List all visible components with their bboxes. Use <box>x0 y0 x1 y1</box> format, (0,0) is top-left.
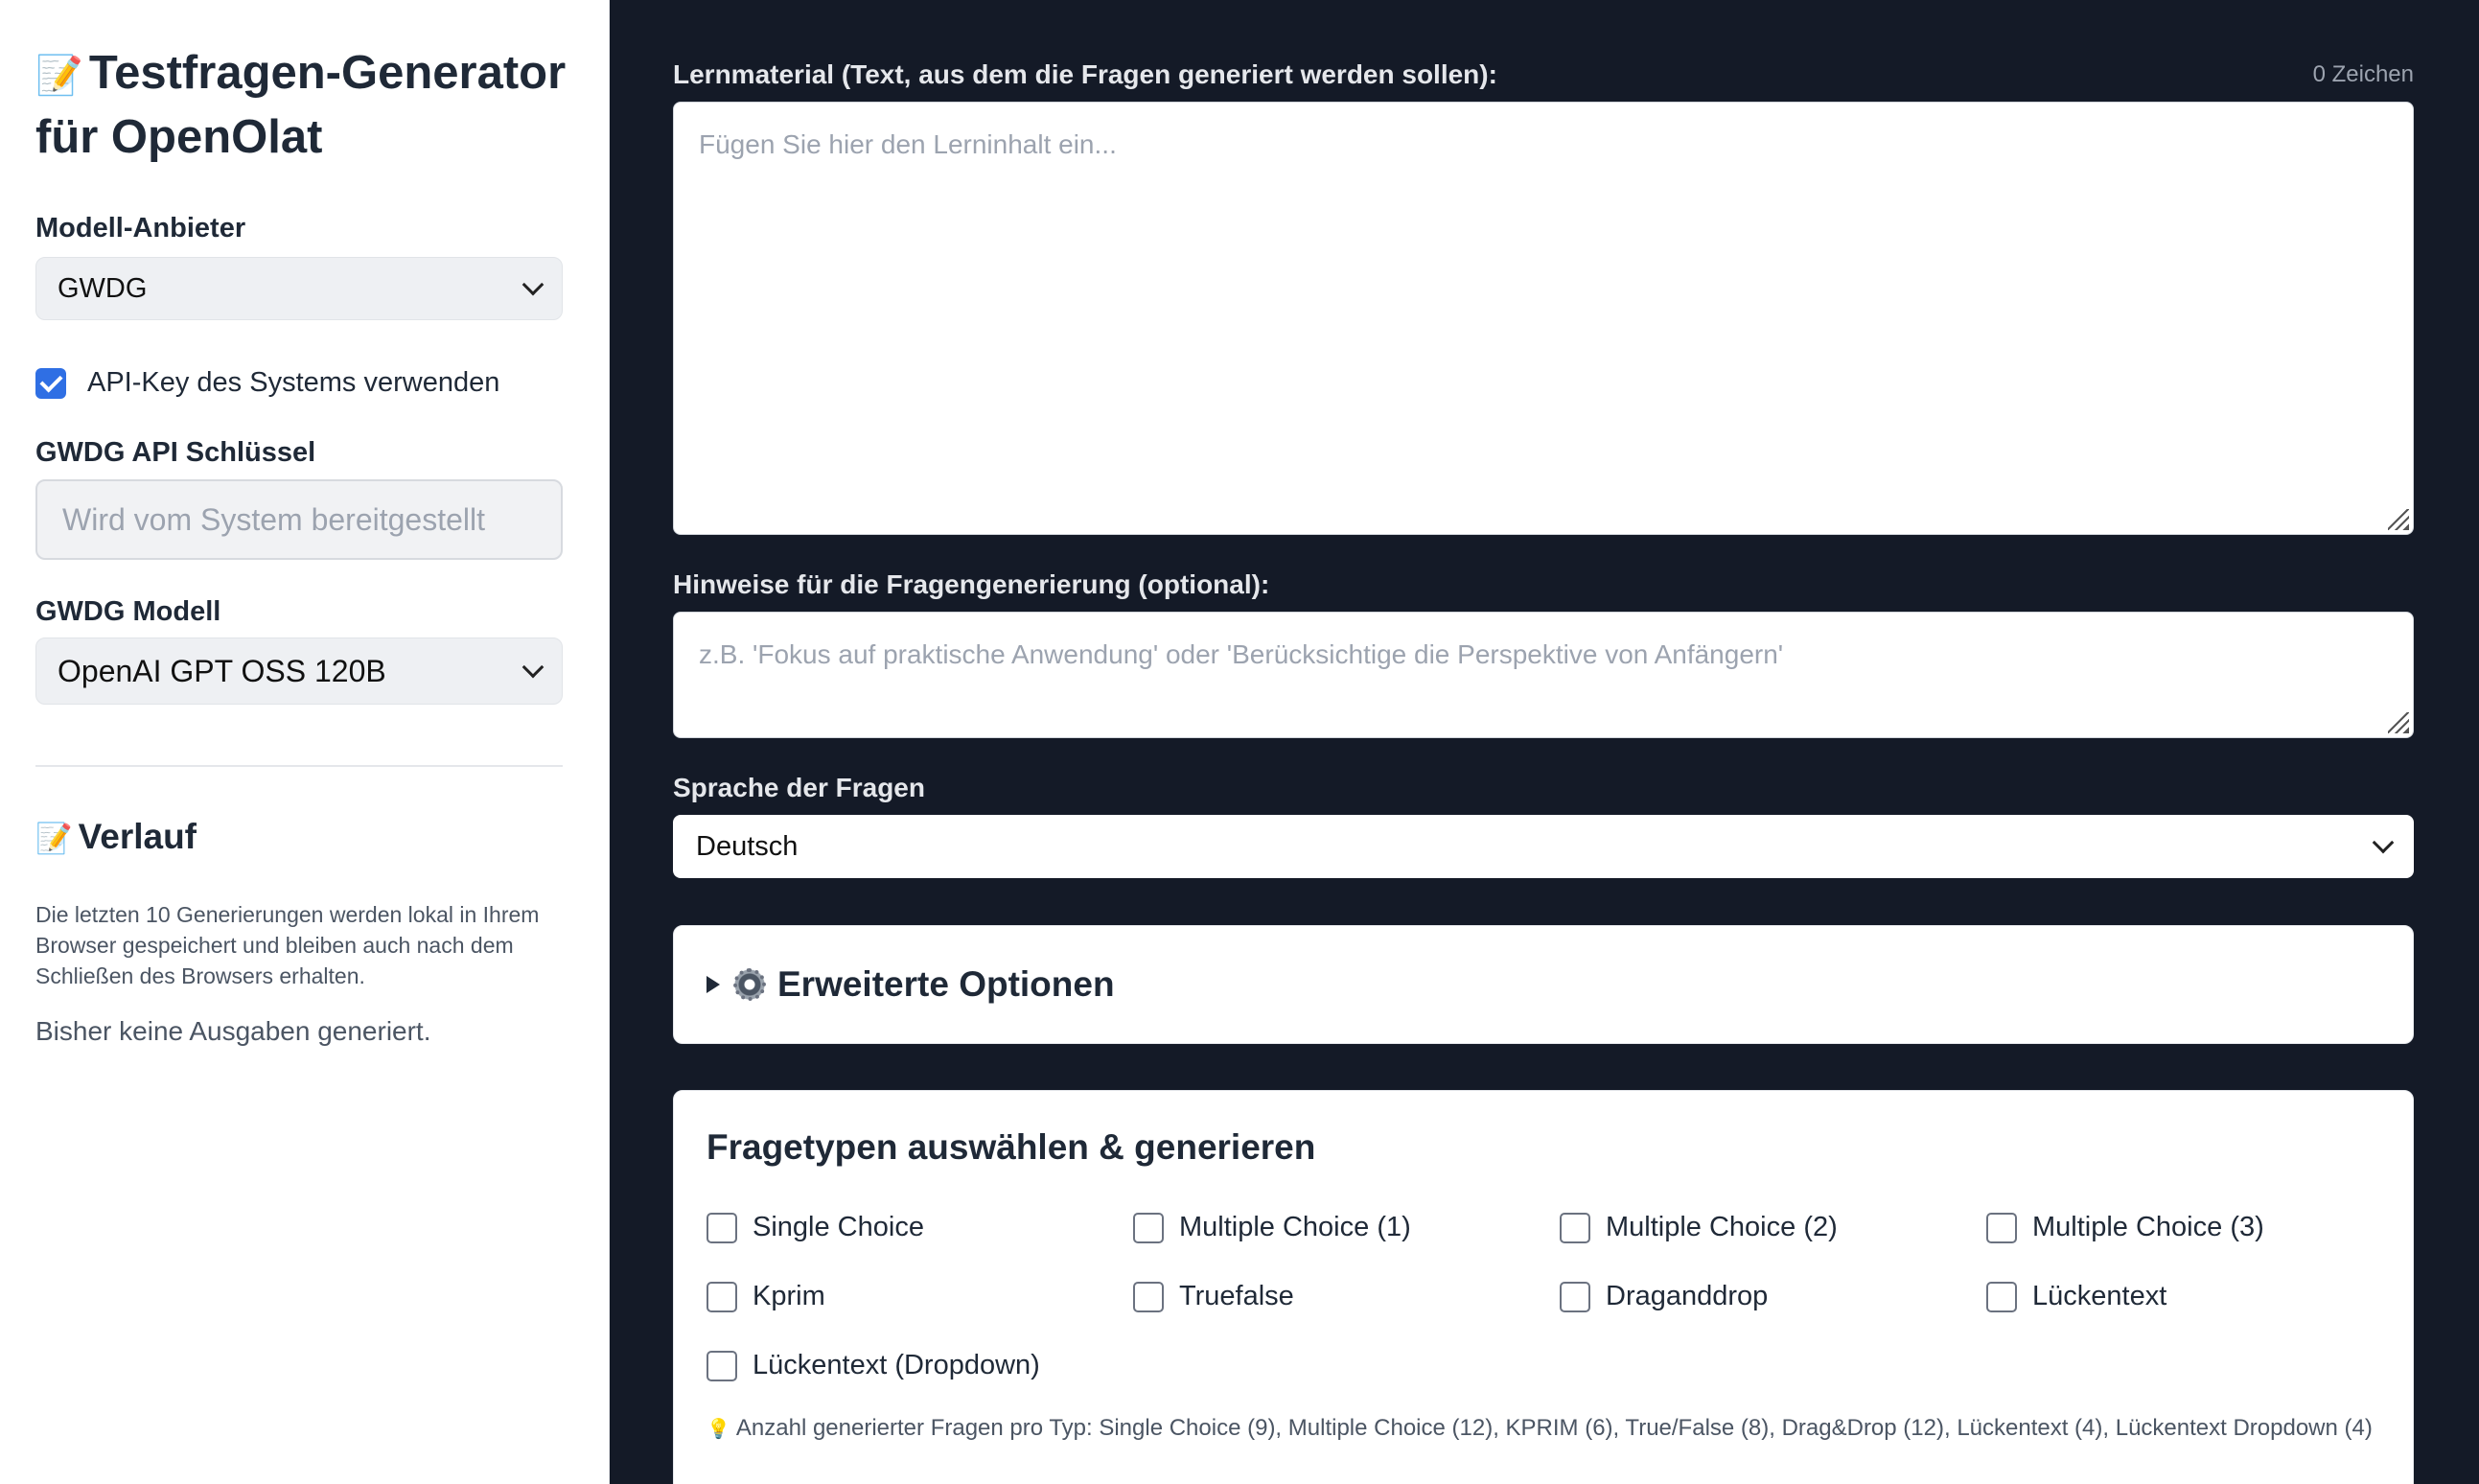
checkbox-unchecked-icon[interactable] <box>1986 1212 2017 1243</box>
question-type-label: Lückentext (Dropdown) <box>753 1350 1040 1380</box>
question-type-label: Multiple Choice (2) <box>1606 1212 1838 1242</box>
checkbox-checked-icon[interactable] <box>35 367 66 399</box>
chevron-down-icon <box>521 656 544 679</box>
chevron-down-icon <box>521 273 544 296</box>
memo-icon: 📝 <box>35 55 83 97</box>
question-type-label: Kprim <box>753 1281 825 1311</box>
checkbox-unchecked-icon[interactable] <box>707 1281 737 1312</box>
memo-icon: 📝 <box>35 822 73 855</box>
question-type-kprim[interactable]: Kprim <box>707 1281 825 1312</box>
api-key-input[interactable]: Wird vom System bereitgestellt <box>35 479 563 560</box>
question-type-multiple-choice-2[interactable]: Multiple Choice (2) <box>1560 1212 1838 1243</box>
question-type-draganddrop[interactable]: Draganddrop <box>1560 1281 1768 1312</box>
use-system-key-toggle[interactable]: API-Key des Systems verwenden <box>35 367 499 399</box>
checkbox-unchecked-icon[interactable] <box>1986 1281 2017 1312</box>
provider-select-value: GWDG <box>58 272 148 304</box>
advanced-options-toggle[interactable]: Erweiterte Optionen <box>674 926 2413 1043</box>
resize-handle-icon[interactable] <box>2388 509 2409 530</box>
question-types-title: Fragetypen auswählen & generieren <box>707 1127 1316 1167</box>
char-count: 0 Zeichen <box>2312 61 2414 87</box>
provider-select[interactable]: GWDG <box>35 257 563 320</box>
app-title: 📝 Testfragen-Generator für OpenOlat <box>35 42 572 168</box>
checkbox-unchecked-icon[interactable] <box>707 1350 737 1381</box>
hints-label: Hinweise für die Fragengenerierung (opti… <box>673 569 1270 599</box>
api-key-placeholder: Wird vom System bereitgestellt <box>62 501 486 537</box>
question-type-label: Truefalse <box>1179 1281 1294 1311</box>
question-type-label: Multiple Choice (1) <box>1179 1212 1411 1242</box>
language-select[interactable]: Deutsch <box>673 815 2414 878</box>
app-title-text: Testfragen-Generator für OpenOlat <box>35 47 567 163</box>
checkbox-unchecked-icon[interactable] <box>1560 1212 1590 1243</box>
sidebar: 📝 Testfragen-Generator für OpenOlat Model… <box>0 0 610 1484</box>
material-placeholder: Fügen Sie hier den Lerninhalt ein... <box>699 129 1117 159</box>
history-title-text: Verlauf <box>78 817 197 856</box>
triangle-right-icon <box>707 976 720 993</box>
question-types-card: Fragetypen auswählen & generieren Single… <box>673 1090 2414 1484</box>
hints-textarea[interactable]: z.B. 'Fokus auf praktische Anwendung' od… <box>673 612 2414 738</box>
model-select[interactable]: OpenAI GPT OSS 120B <box>35 638 563 705</box>
checkbox-unchecked-icon[interactable] <box>707 1212 737 1243</box>
model-select-value: OpenAI GPT OSS 120B <box>58 653 386 688</box>
gear-icon <box>733 968 766 1001</box>
material-textarea[interactable]: Fügen Sie hier den Lerninhalt ein... <box>673 102 2414 535</box>
lightbulb-icon: 💡 <box>707 1419 730 1440</box>
resize-handle-icon[interactable] <box>2388 712 2409 733</box>
advanced-options-title: Erweiterte Optionen <box>777 964 1115 1004</box>
use-system-key-label: API-Key des Systems verwenden <box>87 367 500 398</box>
question-count-note-text: Anzahl generierter Fragen pro Typ: Singl… <box>735 1415 2373 1441</box>
history-empty-text: Bisher keine Ausgaben generiert. <box>35 1016 431 1046</box>
question-type-lueckentext-dropdown[interactable]: Lückentext (Dropdown) <box>707 1350 1040 1381</box>
language-select-value: Deutsch <box>696 830 799 862</box>
chevron-down-icon <box>2372 831 2395 854</box>
question-type-multiple-choice-1[interactable]: Multiple Choice (1) <box>1133 1212 1411 1243</box>
question-type-label: Lückentext <box>2032 1281 2167 1311</box>
sidebar-divider <box>35 765 563 767</box>
advanced-options-panel[interactable]: Erweiterte Optionen <box>673 925 2414 1044</box>
question-count-note: 💡 Anzahl generierter Fragen pro Typ: Sing… <box>707 1413 2394 1445</box>
api-key-label: GWDG API Schlüssel <box>35 437 316 468</box>
provider-label: Modell-Anbieter <box>35 213 246 243</box>
question-type-label: Single Choice <box>753 1212 924 1242</box>
checkbox-unchecked-icon[interactable] <box>1133 1281 1164 1312</box>
question-type-multiple-choice-3[interactable]: Multiple Choice (3) <box>1986 1212 2264 1243</box>
hints-placeholder: z.B. 'Fokus auf praktische Anwendung' od… <box>699 639 1784 669</box>
history-description: Die letzten 10 Generierungen werden loka… <box>35 902 540 988</box>
material-label: Lernmaterial (Text, aus dem die Fragen g… <box>673 59 1497 89</box>
question-type-label: Multiple Choice (3) <box>2032 1212 2264 1242</box>
language-label: Sprache der Fragen <box>673 773 925 802</box>
question-type-lueckentext[interactable]: Lückentext <box>1986 1281 2166 1312</box>
checkbox-unchecked-icon[interactable] <box>1133 1212 1164 1243</box>
question-type-single-choice[interactable]: Single Choice <box>707 1212 924 1243</box>
checkbox-unchecked-icon[interactable] <box>1560 1281 1590 1312</box>
model-label: GWDG Modell <box>35 596 221 627</box>
history-title: 📝 Verlauf <box>35 817 197 857</box>
question-type-truefalse[interactable]: Truefalse <box>1133 1281 1294 1312</box>
question-type-label: Draganddrop <box>1606 1281 1769 1311</box>
